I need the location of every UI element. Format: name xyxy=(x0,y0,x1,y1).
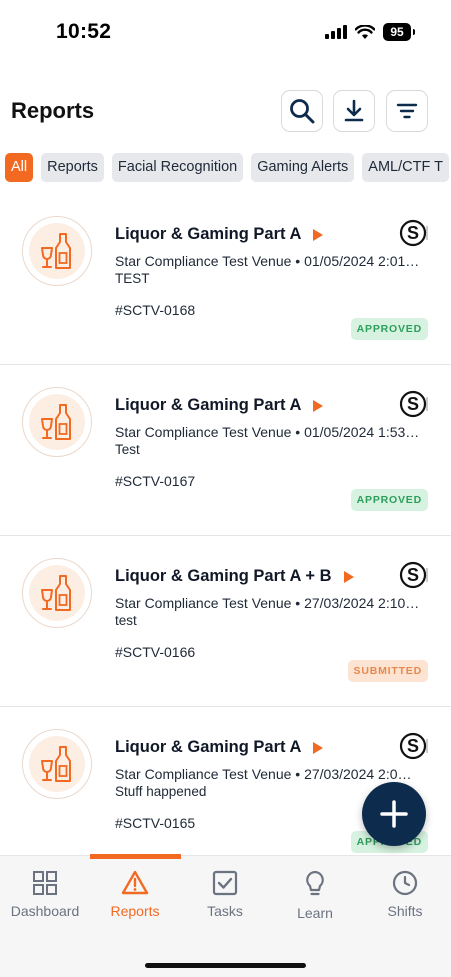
report-list: Liquor & Gaming Part A S Star Compliance… xyxy=(0,194,451,878)
filter-chip-all[interactable]: All xyxy=(5,153,34,182)
download-icon xyxy=(344,99,364,122)
liquor-bottle-glass-icon xyxy=(41,404,71,440)
venue-logo-icon: S xyxy=(399,390,428,418)
report-description: TEST xyxy=(115,271,150,286)
tab-label: Tasks xyxy=(207,903,243,919)
status-badge: APPROVED xyxy=(350,489,428,511)
report-meta: Star Compliance Test Venue • 27/03/2024 … xyxy=(115,766,412,782)
report-meta: Star Compliance Test Venue • 27/03/2024 … xyxy=(115,595,420,611)
plus-icon xyxy=(380,800,408,828)
header: Reports xyxy=(0,90,451,132)
battery-indicator: 95 xyxy=(383,23,415,41)
filter-chips: All Reports Facial Recognition Gaming Al… xyxy=(5,153,451,182)
venue-logo-icon: S xyxy=(399,219,428,247)
svg-text:S: S xyxy=(407,394,419,414)
report-title: Liquor & Gaming Part A xyxy=(115,396,302,414)
play-icon xyxy=(313,228,324,241)
report-card[interactable]: Liquor & Gaming Part A S Star Compliance… xyxy=(0,365,451,536)
status-icons: 95 xyxy=(325,23,415,41)
tab-label: Reports xyxy=(110,903,160,919)
report-card[interactable]: Liquor & Gaming Part A + B S Star Compli… xyxy=(0,536,451,707)
filter-chip-facial-recognition[interactable]: Facial Recognition xyxy=(111,153,244,182)
search-icon xyxy=(290,99,315,124)
add-report-button[interactable] xyxy=(362,782,426,846)
checkbox-icon xyxy=(212,870,238,896)
filter-icon xyxy=(396,103,418,119)
tab-reports[interactable]: Reports xyxy=(90,870,180,930)
liquor-bottle-glass-icon xyxy=(41,746,71,782)
report-meta: Star Compliance Test Venue • 01/05/2024 … xyxy=(115,253,420,269)
venue-logo-icon: S xyxy=(399,561,428,589)
bottom-tab-bar: Dashboard Reports Tasks Learn Shifts xyxy=(0,854,451,977)
play-icon xyxy=(313,741,324,754)
report-type-icon xyxy=(22,729,92,799)
report-id: #SCTV-0168 xyxy=(115,302,196,318)
status-bar: 10:52 95 xyxy=(0,0,451,62)
report-id: #SCTV-0165 xyxy=(115,815,196,831)
tab-dashboard[interactable]: Dashboard xyxy=(0,870,90,930)
report-type-icon xyxy=(22,558,92,628)
svg-text:S: S xyxy=(407,565,419,585)
tab-tasks[interactable]: Tasks xyxy=(180,870,270,930)
report-id: #SCTV-0167 xyxy=(115,473,196,489)
filter-button[interactable] xyxy=(386,90,428,132)
tab-label: Shifts xyxy=(387,903,423,919)
report-type-icon xyxy=(22,387,92,457)
active-tab-indicator xyxy=(90,854,181,859)
report-description: Test xyxy=(115,442,140,457)
report-title: Liquor & Gaming Part A xyxy=(115,738,302,756)
filter-chip-reports[interactable]: Reports xyxy=(41,153,104,182)
status-badge: APPROVED xyxy=(350,318,428,340)
filter-chip-gaming-alerts[interactable]: Gaming Alerts xyxy=(251,153,355,182)
report-card[interactable]: Liquor & Gaming Part A S Star Compliance… xyxy=(0,194,451,365)
tab-label: Learn xyxy=(297,905,333,921)
page-title: Reports xyxy=(11,98,95,123)
wifi-icon xyxy=(355,24,375,39)
report-description: test xyxy=(115,613,137,628)
venue-logo-icon: S xyxy=(399,732,428,760)
grid-icon xyxy=(33,871,57,895)
warning-triangle-icon xyxy=(121,870,149,895)
status-time: 10:52 xyxy=(56,20,112,43)
filter-chip-aml-ctf[interactable]: AML/CTF T xyxy=(362,153,449,182)
report-type-icon xyxy=(22,216,92,286)
status-badge: SUBMITTED xyxy=(347,660,428,682)
report-description: Stuff happened xyxy=(115,784,207,799)
cellular-signal-icon xyxy=(325,25,347,39)
report-meta: Star Compliance Test Venue • 01/05/2024 … xyxy=(115,424,420,440)
lightbulb-icon xyxy=(306,870,324,896)
clock-icon xyxy=(392,870,418,896)
report-title: Liquor & Gaming Part A xyxy=(115,225,302,243)
tab-learn[interactable]: Learn xyxy=(270,870,360,930)
search-button[interactable] xyxy=(281,90,323,132)
play-icon xyxy=(313,399,324,412)
play-icon xyxy=(343,570,354,583)
report-title: Liquor & Gaming Part A + B xyxy=(115,567,332,585)
tab-shifts[interactable]: Shifts xyxy=(360,870,450,930)
svg-text:S: S xyxy=(407,736,419,756)
liquor-bottle-glass-icon xyxy=(41,233,71,269)
home-indicator xyxy=(145,963,306,968)
download-button[interactable] xyxy=(333,90,375,132)
svg-text:S: S xyxy=(407,223,419,243)
tab-label: Dashboard xyxy=(10,903,80,919)
liquor-bottle-glass-icon xyxy=(41,575,71,611)
report-id: #SCTV-0166 xyxy=(115,644,196,660)
